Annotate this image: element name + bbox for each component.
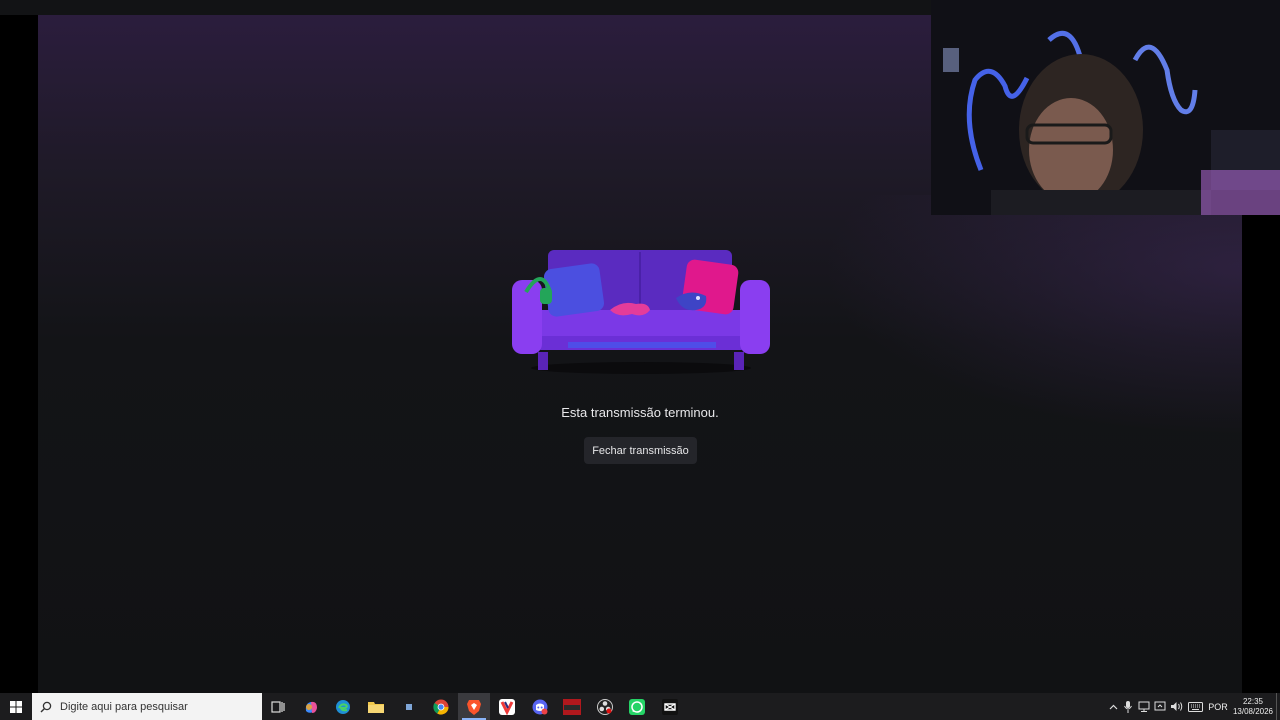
voicemeeter-button[interactable] [556, 693, 588, 720]
microphone-tray[interactable] [1121, 693, 1135, 720]
network-icon [1138, 701, 1150, 712]
volume-tray[interactable] [1168, 693, 1184, 720]
whatsapp-icon [629, 698, 645, 715]
edge-icon [336, 699, 350, 714]
pillow-blue [543, 263, 605, 317]
file-explorer-button[interactable] [360, 693, 392, 720]
search-input[interactable] [60, 700, 250, 713]
couch-leg-right [734, 352, 744, 370]
task-view-button[interactable] [262, 693, 294, 720]
windows-icon [10, 700, 22, 713]
copilot-icon [305, 701, 317, 713]
controller-button [696, 296, 700, 300]
clock-time: 22:35 [1242, 696, 1264, 706]
taskbar-clock[interactable]: 22:35 13/08/2026 [1230, 693, 1276, 720]
close-stream-button[interactable]: Fechar transmissão [584, 437, 697, 464]
keyboard-icon [1187, 701, 1203, 712]
whatsapp-button[interactable] [621, 693, 653, 720]
couch-illustration [512, 250, 770, 374]
webcam-light-left [943, 48, 959, 72]
task-view-icon [271, 700, 285, 713]
stream-ended-message: Esta transmissão terminou. [561, 405, 719, 420]
start-button[interactable] [0, 693, 32, 720]
obs-button[interactable] [589, 693, 621, 720]
brave-button[interactable] [458, 693, 490, 720]
keyboard-tray[interactable] [1186, 693, 1204, 720]
folder-icon [368, 702, 384, 713]
network-tray[interactable] [1136, 693, 1152, 720]
app-small-button[interactable] [393, 693, 425, 720]
chrome-button[interactable] [425, 693, 457, 720]
display-icon [1154, 701, 1166, 711]
brave-icon [467, 699, 481, 715]
tray-overflow-button[interactable] [1106, 693, 1120, 720]
discord-button[interactable] [524, 693, 556, 720]
headset-ear [540, 288, 552, 304]
stream-viewer: Esta transmissão terminou. Fechar transm… [0, 0, 1280, 693]
streamer-shirt [991, 190, 1211, 215]
edge-button[interactable] [327, 693, 359, 720]
taskbar-search[interactable] [32, 693, 262, 720]
voicemeeter-icon [563, 698, 581, 715]
discord-icon [532, 699, 548, 714]
show-desktop-button[interactable] [1276, 693, 1280, 720]
couch-arm-right [740, 280, 770, 354]
couch-leg-left [538, 352, 548, 370]
app-icon [406, 703, 412, 710]
obs-icon [597, 698, 613, 715]
vivaldi-icon [499, 698, 515, 715]
couch-base-strip [568, 342, 716, 348]
streamer-face [1029, 98, 1113, 202]
clock-date: 13/08/2026 [1232, 706, 1274, 716]
search-icon [40, 701, 52, 712]
capcut-icon [662, 698, 678, 715]
chevron-up-icon [1109, 704, 1117, 709]
microphone-icon [1124, 700, 1132, 713]
webcam-purple-light [1201, 170, 1280, 215]
windows-taskbar: POR 22:35 13/08/2026 [0, 693, 1280, 720]
display-tray[interactable] [1152, 693, 1168, 720]
input-language[interactable]: POR [1206, 693, 1230, 720]
vivaldi-button[interactable] [491, 693, 523, 720]
copilot-button[interactable] [295, 693, 327, 720]
couch-shadow [531, 362, 751, 374]
speaker-icon [1170, 702, 1182, 711]
capcut-button[interactable] [654, 693, 686, 720]
chrome-icon [433, 699, 449, 715]
webcam-overlay [931, 0, 1280, 215]
